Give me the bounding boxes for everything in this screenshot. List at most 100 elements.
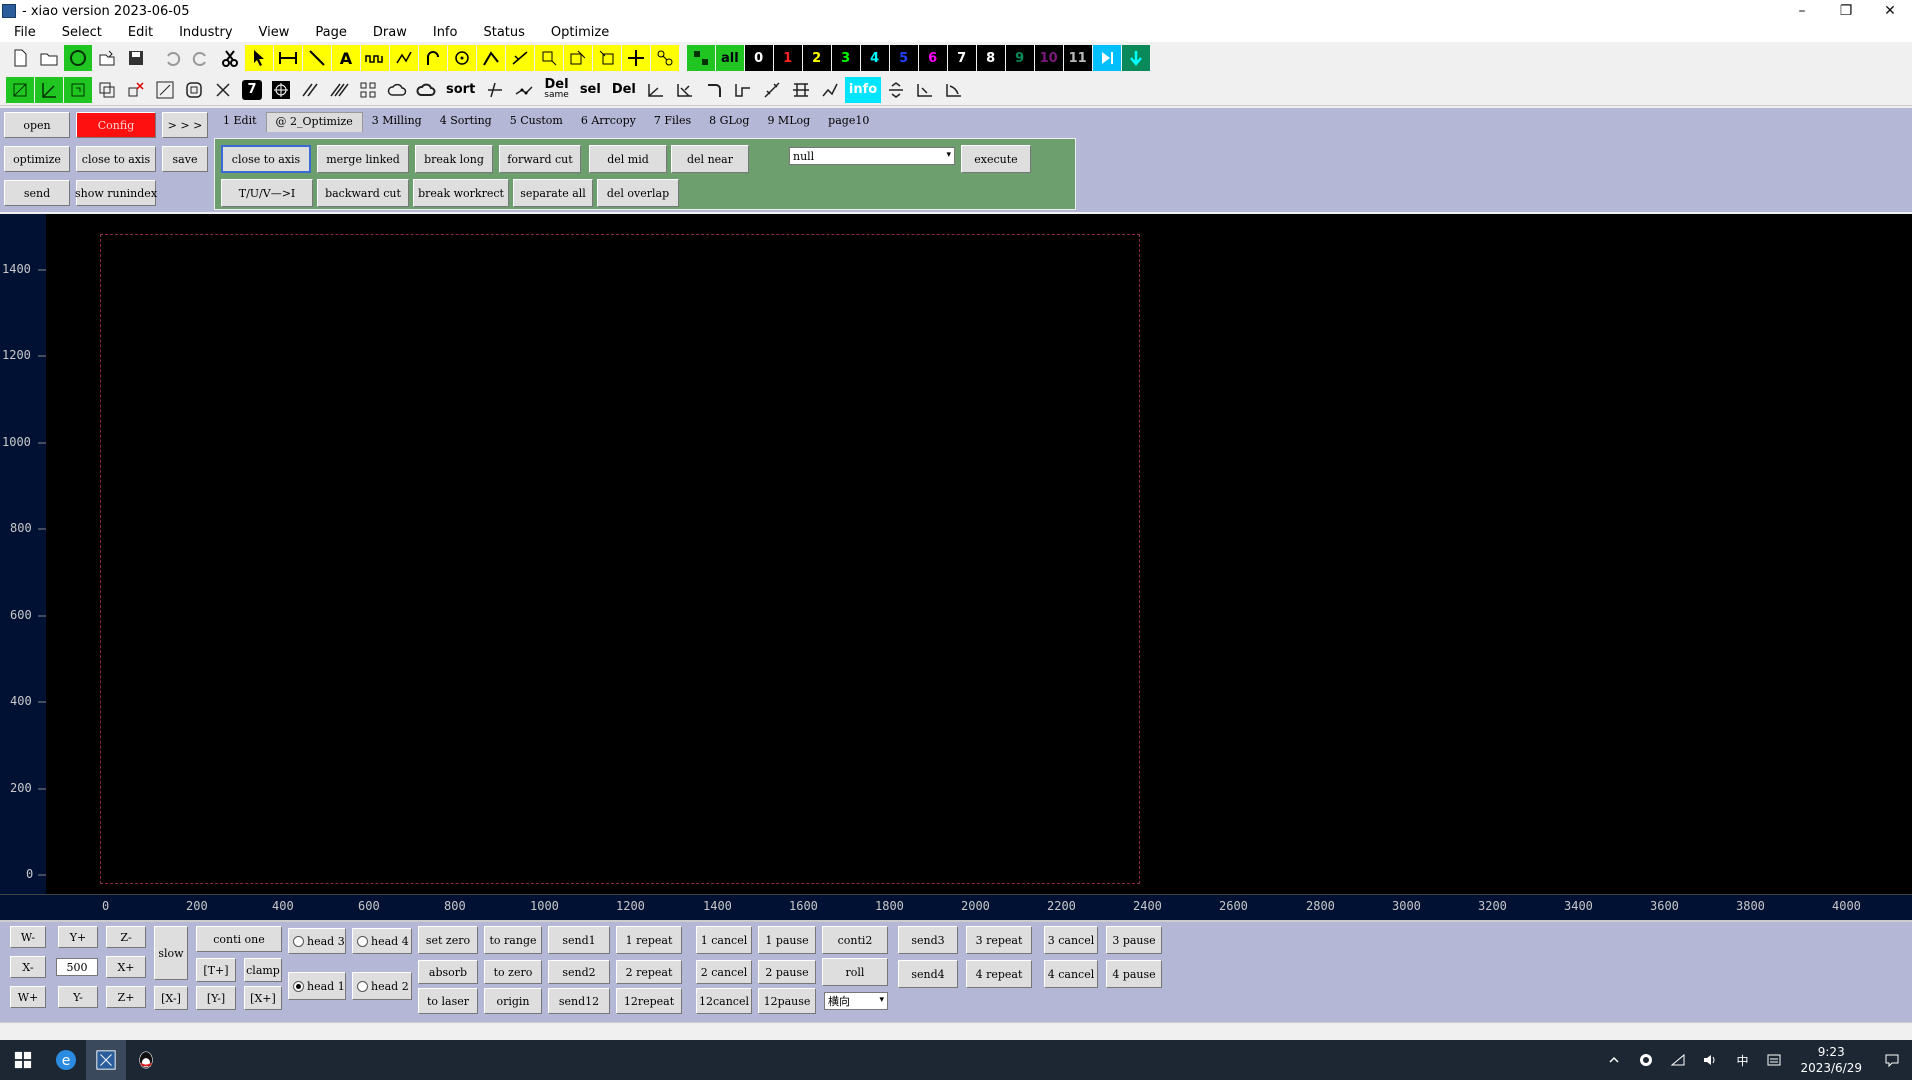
tab-edit[interactable]: 1 Edit (214, 112, 266, 132)
repeat-4-button[interactable]: 4 repeat (966, 960, 1032, 988)
tuv-to-i-button[interactable]: T/U/V—>I (221, 179, 313, 207)
notification-icon[interactable] (1872, 1052, 1912, 1068)
wave-tool-icon[interactable] (361, 45, 389, 71)
y-minus-button[interactable]: Y- (58, 986, 98, 1008)
repeat-1-button[interactable]: 1 repeat (616, 926, 682, 954)
close-to-axis-side-button[interactable]: close to axis (76, 146, 156, 172)
cancel-3-button[interactable]: 3 cancel (1044, 926, 1098, 954)
pause-4-button[interactable]: 4 pause (1106, 960, 1162, 988)
number-seven-icon[interactable]: 7 (238, 77, 266, 103)
open-button[interactable]: open (4, 112, 70, 138)
layer-export-icon[interactable] (6, 76, 34, 103)
head-1-radio[interactable]: head 1 (288, 972, 346, 1000)
info-button[interactable]: info (844, 76, 882, 103)
text-tool-icon[interactable]: A (332, 45, 360, 71)
w-minus-button[interactable]: W- (10, 926, 46, 948)
repeat-12-button[interactable]: 12repeat (616, 988, 682, 1014)
layer-import-icon[interactable] (64, 76, 92, 103)
layer-7-button[interactable]: 7 (947, 45, 976, 71)
tab-sorting[interactable]: 4 Sorting (430, 112, 501, 132)
layer-6-button[interactable]: 6 (918, 45, 947, 71)
break-long-button[interactable]: break long (415, 145, 493, 173)
forward-cut-button[interactable]: forward cut (499, 145, 581, 173)
separate-all-button[interactable]: separate all (513, 179, 593, 207)
y-plus-button[interactable]: Y+ (58, 926, 98, 948)
send-button[interactable]: send (4, 180, 70, 206)
conti2-button[interactable]: conti2 (822, 926, 888, 954)
del-overlap-button[interactable]: del overlap (597, 179, 679, 207)
layer-5-button[interactable]: 5 (889, 45, 918, 71)
show-runindex-button[interactable]: show runindex (75, 180, 157, 206)
delete-shape-icon[interactable] (122, 77, 150, 103)
menu-view[interactable]: View (245, 25, 302, 40)
t-plus-button[interactable]: [T+] (196, 958, 236, 982)
cloud-icon[interactable] (383, 77, 411, 103)
pause-3-button[interactable]: 3 pause (1106, 926, 1162, 954)
more-button[interactable]: > > > (162, 112, 208, 138)
break-workrect-button[interactable]: break workrect (413, 179, 509, 207)
keyboard-layout-icon[interactable] (1758, 1052, 1790, 1068)
corner-branch-icon[interactable] (671, 77, 699, 103)
layer-8-button[interactable]: 8 (976, 45, 1005, 71)
measure-icon[interactable] (481, 77, 509, 103)
sort-button[interactable]: sort (441, 77, 480, 103)
optimize-method-select[interactable]: null ▾ (789, 147, 955, 165)
play-end-icon[interactable] (1092, 45, 1121, 71)
level-path-icon[interactable] (882, 77, 910, 103)
optimize-button[interactable]: optimize (4, 146, 70, 172)
copy-shape-icon[interactable] (93, 77, 121, 103)
z-minus-button[interactable]: Z- (106, 926, 146, 948)
align-frame-icon[interactable] (787, 77, 815, 103)
menu-edit[interactable]: Edit (114, 25, 165, 40)
tab-milling[interactable]: 3 Milling (362, 112, 431, 132)
head-4-radio[interactable]: head 4 (352, 928, 412, 954)
tab-mlog[interactable]: 9 MLog (758, 112, 820, 132)
snap-line-icon[interactable] (506, 45, 534, 71)
x-minus-button[interactable]: X- (10, 956, 46, 978)
x-plus-button[interactable]: X+ (106, 956, 146, 978)
cancel-1-button[interactable]: 1 cancel (696, 926, 752, 954)
move-cross-icon[interactable] (622, 45, 650, 71)
percent-scale-icon[interactable] (151, 77, 179, 103)
menu-status[interactable]: Status (469, 25, 536, 40)
arc-tool-icon[interactable] (419, 45, 447, 71)
browser-icon[interactable]: e (46, 1040, 86, 1080)
pause-12-button[interactable]: 12pause (758, 988, 816, 1014)
head-2-radio[interactable]: head 2 (352, 972, 412, 1000)
save-button[interactable]: save (162, 146, 208, 172)
tab-page10[interactable]: page10 (819, 112, 879, 132)
to-zero-button[interactable]: to zero (484, 960, 542, 984)
layer-2-button[interactable]: 2 (802, 45, 831, 71)
parallel-lines-icon[interactable] (296, 77, 324, 103)
diagonal-split-icon[interactable] (758, 77, 786, 103)
roll-button[interactable]: roll (822, 958, 888, 986)
hook-icon[interactable] (700, 77, 728, 103)
close-button[interactable]: ✕ (1868, 0, 1912, 22)
redo-icon[interactable] (187, 45, 215, 71)
layer-3-button[interactable]: 3 (831, 45, 860, 71)
cancel-4-button[interactable]: 4 cancel (1044, 960, 1098, 988)
volume-icon[interactable] (1694, 1052, 1726, 1068)
x-minus-bracket-button[interactable]: [X-] (154, 986, 188, 1010)
to-laser-button[interactable]: to laser (418, 988, 478, 1014)
qq-penguin-icon[interactable] (126, 1040, 166, 1080)
cloud-fill-icon[interactable] (412, 77, 440, 103)
merge-linked-button[interactable]: merge linked (317, 145, 409, 173)
tab-files[interactable]: 7 Files (644, 112, 701, 132)
download-arrow-icon[interactable] (1121, 45, 1150, 71)
y-minus-bracket-button[interactable]: [Y-] (196, 986, 236, 1010)
direction-select[interactable]: 横向 ▾ (824, 992, 888, 1010)
xiao-app-taskbar-icon[interactable] (86, 1040, 126, 1080)
tab-custom[interactable]: 5 Custom (500, 112, 572, 132)
rect-corner-icon[interactable] (535, 45, 563, 71)
x-plus-bracket-button[interactable]: [X+] (244, 986, 282, 1010)
minimize-button[interactable]: – (1780, 0, 1824, 22)
import-icon[interactable] (93, 45, 121, 71)
array-grid-icon[interactable] (354, 77, 382, 103)
origin-button[interactable]: origin (484, 988, 542, 1014)
menu-optimize[interactable]: Optimize (537, 25, 621, 40)
send3-button[interactable]: send3 (898, 926, 958, 954)
pause-1-button[interactable]: 1 pause (758, 926, 816, 954)
del-button[interactable]: Del (607, 77, 641, 103)
menu-industry[interactable]: Industry (165, 25, 244, 40)
